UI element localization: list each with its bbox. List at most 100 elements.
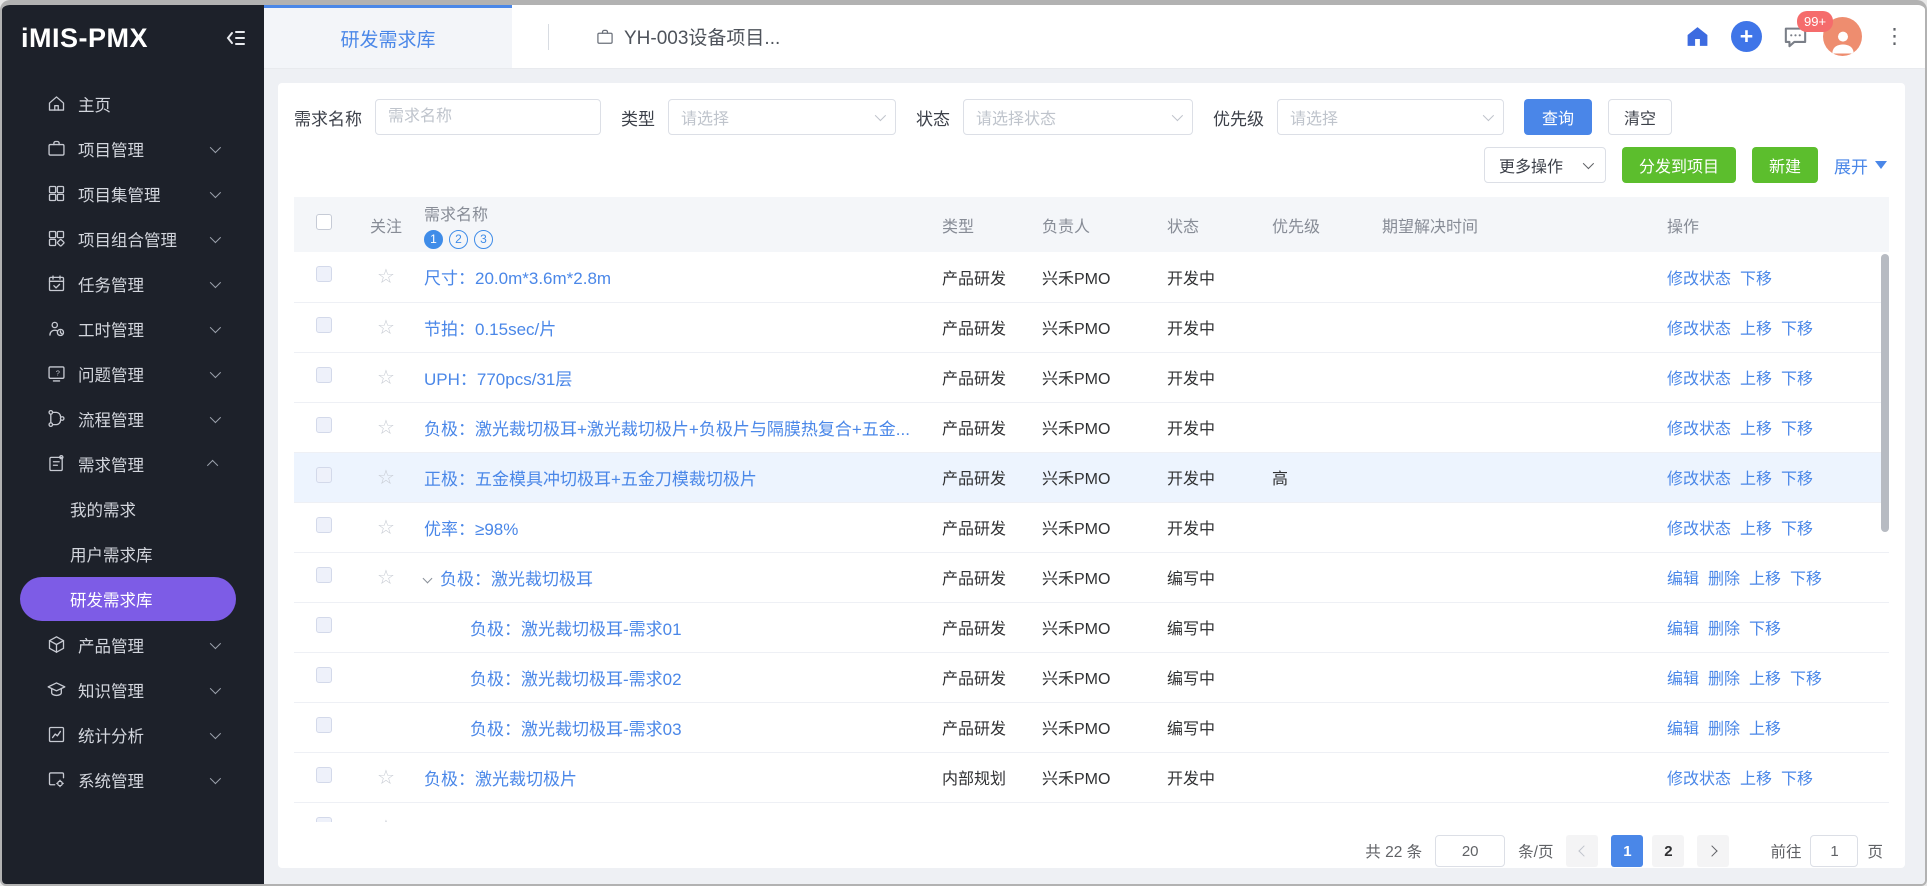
op-编辑[interactable]: 编辑 bbox=[1667, 671, 1699, 688]
sidebar-item-工时管理[interactable]: 工时管理 bbox=[2, 306, 264, 351]
next-page-button[interactable] bbox=[1697, 835, 1729, 867]
op-上移[interactable]: 上移 bbox=[1740, 471, 1772, 488]
home-icon[interactable] bbox=[1685, 24, 1710, 49]
page-size-input[interactable] bbox=[1435, 835, 1505, 867]
tab-rd-requirement-library[interactable]: 研发需求库 bbox=[264, 5, 512, 68]
requirement-name-link[interactable]: 节拍：0.15sec/片 bbox=[424, 320, 556, 339]
page-2-button[interactable]: 2 bbox=[1652, 835, 1684, 867]
requirement-name-link[interactable]: 负极：激光裁切极耳-需求01 bbox=[424, 620, 682, 639]
sidebar-item-流程管理[interactable]: 流程管理 bbox=[2, 396, 264, 441]
op-上移[interactable]: 上移 bbox=[1740, 371, 1772, 388]
op-下移[interactable]: 下移 bbox=[1781, 521, 1813, 538]
sidebar-item-项目管理[interactable]: 项目管理 bbox=[2, 126, 264, 171]
op-编辑[interactable]: 编辑 bbox=[1667, 721, 1699, 738]
requirement-name-link[interactable]: 负极：激光裁切极耳-需求02 bbox=[424, 670, 682, 689]
row-checkbox[interactable] bbox=[316, 266, 332, 282]
sidebar-subitem-用户需求库[interactable]: 用户需求库 bbox=[20, 532, 236, 576]
row-checkbox[interactable] bbox=[316, 367, 332, 383]
tab-project-yh003[interactable]: YH-003设备项目... bbox=[549, 5, 820, 68]
star-icon[interactable]: ☆ bbox=[377, 817, 395, 823]
op-上移[interactable]: 上移 bbox=[1740, 321, 1772, 338]
requirement-name-link[interactable]: 负极：激光裁切极耳+激光裁切极片+负极片与隔膜热复合+五金... bbox=[424, 420, 910, 439]
messages-button[interactable]: 99+ bbox=[1781, 22, 1810, 51]
sidebar-item-知识管理[interactable]: 知识管理 bbox=[2, 667, 264, 712]
expand-toggle[interactable]: 展开 bbox=[1834, 153, 1887, 178]
row-checkbox[interactable] bbox=[316, 717, 332, 733]
op-修改状态[interactable]: 修改状态 bbox=[1667, 771, 1731, 788]
star-icon[interactable]: ☆ bbox=[377, 367, 395, 389]
star-icon[interactable]: ☆ bbox=[377, 767, 395, 789]
name-filter-input[interactable] bbox=[375, 99, 601, 135]
more-actions-button[interactable]: 更多操作 bbox=[1484, 147, 1606, 183]
row-checkbox[interactable] bbox=[316, 617, 332, 633]
star-icon[interactable]: ☆ bbox=[377, 417, 395, 439]
page-1-button[interactable]: 1 bbox=[1611, 835, 1643, 867]
row-checkbox[interactable] bbox=[316, 567, 332, 583]
more-menu-icon[interactable]: ⋮ bbox=[1884, 26, 1905, 47]
sidebar-item-主页[interactable]: 主页 bbox=[2, 81, 264, 126]
op-删除[interactable]: 删除 bbox=[1708, 671, 1740, 688]
op-修改状态[interactable]: 修改状态 bbox=[1667, 471, 1731, 488]
op-上移[interactable]: 上移 bbox=[1749, 671, 1781, 688]
op-下移[interactable]: 下移 bbox=[1749, 621, 1781, 638]
row-checkbox[interactable] bbox=[316, 467, 332, 483]
row-checkbox[interactable] bbox=[316, 767, 332, 783]
star-icon[interactable]: ☆ bbox=[377, 517, 395, 539]
op-下移[interactable]: 下移 bbox=[1781, 771, 1813, 788]
level-1-button[interactable]: 1 bbox=[424, 230, 443, 249]
op-上移[interactable]: 上移 bbox=[1740, 421, 1772, 438]
sidebar-item-任务管理[interactable]: 任务管理 bbox=[2, 261, 264, 306]
op-修改状态[interactable]: 修改状态 bbox=[1667, 271, 1731, 288]
star-icon[interactable]: ☆ bbox=[377, 467, 395, 489]
op-下移[interactable]: 下移 bbox=[1790, 671, 1822, 688]
row-checkbox[interactable] bbox=[316, 517, 332, 533]
sidebar-item-需求管理[interactable]: 需求管理 bbox=[2, 441, 264, 486]
requirement-name-link[interactable]: 负极：激光裁切极耳-需求03 bbox=[424, 720, 682, 739]
sidebar-item-项目集管理[interactable]: 项目集管理 bbox=[2, 171, 264, 216]
priority-filter-select[interactable]: 请选择 bbox=[1277, 99, 1504, 135]
add-button[interactable]: + bbox=[1731, 21, 1762, 52]
table-scrollbar[interactable] bbox=[1880, 252, 1889, 822]
sidebar-item-问题管理[interactable]: ? 问题管理 bbox=[2, 351, 264, 396]
star-icon[interactable]: ☆ bbox=[377, 266, 395, 288]
requirement-name-link[interactable]: 负极：激光裁切极耳 bbox=[440, 570, 593, 589]
op-编辑[interactable]: 编辑 bbox=[1667, 621, 1699, 638]
distribute-to-project-button[interactable]: 分发到项目 bbox=[1622, 147, 1736, 183]
row-checkbox[interactable] bbox=[316, 667, 332, 683]
op-修改状态[interactable]: 修改状态 bbox=[1667, 371, 1731, 388]
op-上移[interactable]: 上移 bbox=[1749, 721, 1781, 738]
op-下移[interactable]: 下移 bbox=[1781, 321, 1813, 338]
select-all-checkbox[interactable] bbox=[316, 214, 332, 230]
requirement-name-link[interactable]: 优率：≥98% bbox=[424, 520, 518, 539]
collapse-caret-icon[interactable] bbox=[423, 573, 433, 583]
type-filter-select[interactable]: 请选择 bbox=[668, 99, 896, 135]
op-删除[interactable]: 删除 bbox=[1708, 571, 1740, 588]
create-button[interactable]: 新建 bbox=[1752, 147, 1818, 183]
op-修改状态[interactable]: 修改状态 bbox=[1667, 521, 1731, 538]
star-icon[interactable]: ☆ bbox=[377, 567, 395, 589]
op-上移[interactable]: 上移 bbox=[1740, 771, 1772, 788]
star-icon[interactable]: ☆ bbox=[377, 317, 395, 339]
op-编辑[interactable]: 编辑 bbox=[1667, 571, 1699, 588]
sidebar-item-产品管理[interactable]: 产品管理 bbox=[2, 622, 264, 667]
requirement-name-link[interactable]: UPH：770pcs/31层 bbox=[424, 370, 572, 389]
sidebar-subitem-研发需求库[interactable]: 研发需求库 bbox=[20, 577, 236, 621]
op-修改状态[interactable]: 修改状态 bbox=[1667, 421, 1731, 438]
op-修改状态[interactable]: 修改状态 bbox=[1667, 321, 1731, 338]
op-上移[interactable]: 上移 bbox=[1749, 571, 1781, 588]
prev-page-button[interactable] bbox=[1566, 835, 1598, 867]
requirement-name-link[interactable]: 负极：激光裁切极片 bbox=[424, 770, 577, 789]
status-filter-select[interactable]: 请选择状态 bbox=[963, 99, 1193, 135]
op-删除[interactable]: 删除 bbox=[1708, 621, 1740, 638]
op-删除[interactable]: 删除 bbox=[1708, 721, 1740, 738]
row-checkbox[interactable] bbox=[316, 317, 332, 333]
op-下移[interactable]: 下移 bbox=[1740, 271, 1772, 288]
row-checkbox[interactable] bbox=[316, 417, 332, 433]
requirement-name-link[interactable]: 正极：五金模具冲切极耳+五金刀模裁切极片 bbox=[424, 470, 757, 489]
sidebar-item-系统管理[interactable]: 系统管理 bbox=[2, 757, 264, 802]
collapse-sidebar-icon[interactable] bbox=[224, 26, 248, 50]
sidebar-subitem-我的需求[interactable]: 我的需求 bbox=[20, 487, 236, 531]
level-2-button[interactable]: 2 bbox=[449, 230, 468, 249]
goto-page-input[interactable] bbox=[1810, 835, 1858, 867]
search-button[interactable]: 查询 bbox=[1524, 99, 1592, 135]
